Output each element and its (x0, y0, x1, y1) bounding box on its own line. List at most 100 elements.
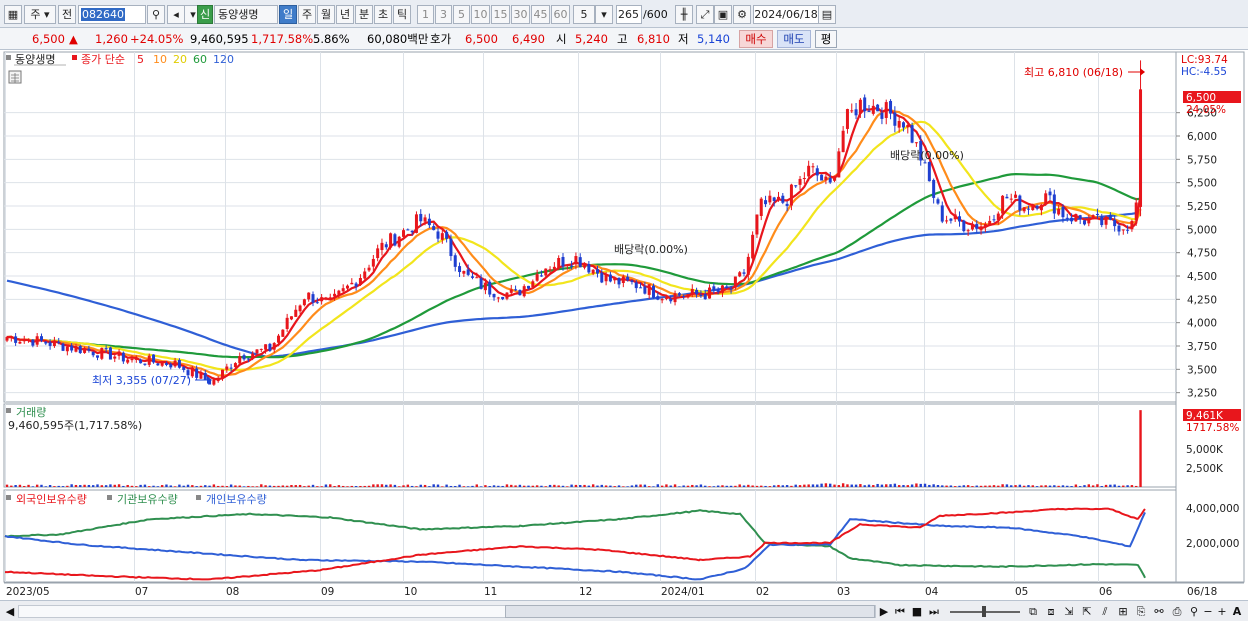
market-select[interactable]: 주 ▾ (24, 5, 56, 24)
layout-icon[interactable]: ⧉ (1026, 604, 1040, 619)
interval-dropdown-icon[interactable]: ▾ (595, 5, 613, 24)
candle-body (1052, 194, 1056, 214)
stop-icon[interactable]: ■ (910, 604, 924, 619)
stock-chart[interactable]: 6,250 6,000 5,750 5,500 5,250 5,000 4,750 4,500… (0, 50, 1248, 600)
prev-button[interactable]: 전 (58, 5, 76, 24)
scroll-thumb[interactable] (505, 605, 875, 618)
interval-button-60[interactable]: 60 (551, 5, 570, 24)
stock-name-field[interactable]: 동양생명 (214, 5, 278, 24)
candle-body (70, 345, 74, 351)
candle-body (423, 217, 427, 222)
indicator-icon[interactable]: ⊞ (1116, 604, 1130, 619)
date-input[interactable]: 2024/06/18 (753, 5, 819, 24)
window-menu-icon[interactable]: ▦ (4, 5, 22, 24)
zoom-slider-handle[interactable] (982, 606, 986, 617)
volume-bar (484, 485, 487, 487)
shrink-icon[interactable]: ⇲ (1062, 604, 1076, 619)
volume-bar (139, 484, 142, 487)
period-tab-3[interactable]: 년 (336, 5, 354, 24)
gear-icon[interactable]: ⚙ (733, 5, 751, 24)
date-tick-label: 09 (321, 586, 334, 598)
stock-code-input[interactable]: 082640 (78, 5, 146, 24)
buy-button[interactable]: 매수 (739, 30, 773, 48)
candle-body (531, 281, 535, 288)
interval-button-10[interactable]: 10 (471, 5, 490, 24)
candle-body (324, 297, 328, 299)
window-icon[interactable]: ⧈ (1044, 604, 1058, 619)
candle-body (1139, 89, 1143, 207)
sell-button[interactable]: 매도 (777, 30, 811, 48)
candle-body (354, 283, 358, 287)
zoom-out-icon[interactable]: − (1202, 604, 1214, 619)
low-price: 5,140 (697, 32, 730, 46)
volume-bar (152, 485, 155, 487)
volume-bar (410, 485, 414, 487)
volume-bar (1074, 484, 1078, 487)
volume-bar (583, 484, 586, 487)
font-size-icon[interactable]: A (1230, 604, 1244, 619)
chart-scrollbar[interactable]: ◀ ▶ ⏮ ■ ⏭ ⧉ ⧈ ⇲ ⇱ ⫽ ⊞ ⎘ ⚯ ⎙ ⚲ − + A (0, 600, 1248, 621)
link-icon[interactable]: ⚯ (1152, 604, 1166, 619)
plus-icon[interactable]: + (1216, 604, 1228, 619)
period-tab-1[interactable]: 주 (298, 5, 316, 24)
candle-body (14, 336, 18, 343)
volume-bar (66, 485, 69, 487)
jump-start-icon[interactable]: ⏮ (893, 604, 907, 619)
count-input[interactable]: 265 (616, 5, 642, 24)
candle-body (255, 349, 259, 354)
volume-bar (18, 484, 22, 487)
period-tab-4[interactable]: 분 (355, 5, 373, 24)
interval-input[interactable]: 5 (573, 5, 595, 24)
volume-bar (553, 484, 556, 487)
period-tab-2[interactable]: 월 (317, 5, 335, 24)
period-tab-5[interactable]: 초 (374, 5, 392, 24)
candle-body (807, 165, 811, 177)
chart-type-icon[interactable]: ⫽ (1098, 604, 1112, 619)
period-tab-0[interactable]: 일 (279, 5, 297, 24)
volume-bar (1053, 485, 1056, 487)
interval-button-45[interactable]: 45 (531, 5, 550, 24)
volume-bar (734, 485, 737, 487)
interval-button-30[interactable]: 30 (511, 5, 530, 24)
scroll-left-icon[interactable]: ◀ (4, 604, 16, 619)
volume-bar (251, 486, 254, 487)
candle-body (389, 233, 393, 248)
candle-body (639, 287, 643, 289)
price-tick-label: 3,500 (1187, 364, 1217, 376)
volume-bar (337, 485, 341, 487)
candle-body (108, 347, 112, 360)
candle-body (1048, 191, 1052, 196)
candle-body (251, 353, 255, 359)
interval-button-3[interactable]: 3 (435, 5, 452, 24)
candle-body (884, 102, 888, 118)
volume-bar (587, 485, 591, 487)
calendar-icon[interactable]: ▤ (818, 5, 836, 24)
volume-title: 거래량 (16, 406, 46, 419)
period-tab-6[interactable]: 틱 (393, 5, 411, 24)
zoom-in-icon[interactable]: ⚲ (1188, 604, 1200, 619)
interval-button-5[interactable]: 5 (453, 5, 470, 24)
volume-bar (402, 485, 405, 487)
volume-bar (656, 484, 660, 487)
jump-end-icon[interactable]: ⏭ (927, 604, 941, 619)
interval-button-15[interactable]: 15 (491, 5, 510, 24)
chart-canvas[interactable]: 6,2506,0005,7505,5005,2505,0004,7504,500… (0, 50, 1248, 600)
volume-bar (1091, 485, 1095, 487)
draw-tool-icon[interactable]: ⤢ (696, 5, 714, 24)
expand-icon[interactable]: ⇱ (1080, 604, 1094, 619)
eval-button[interactable]: 평 (815, 30, 837, 48)
print-icon[interactable]: ⎙ (1170, 604, 1184, 619)
copy-icon[interactable]: ⎘ (1134, 604, 1148, 619)
candle-type-icon[interactable]: ╫ (675, 5, 693, 24)
speaker-icon[interactable]: ◂ (167, 5, 185, 24)
volume-bar (803, 484, 806, 487)
volume-panel-frame (3, 403, 1177, 488)
interval-button-1[interactable]: 1 (417, 5, 434, 24)
candle-body (57, 341, 61, 343)
candle-body (242, 355, 246, 360)
volume-bar (643, 484, 647, 487)
scroll-right-icon[interactable]: ▶ (878, 604, 890, 619)
save-icon[interactable]: ▣ (714, 5, 732, 24)
search-icon[interactable]: ⚲ (147, 5, 165, 24)
current-price: 6,500 (32, 32, 65, 46)
